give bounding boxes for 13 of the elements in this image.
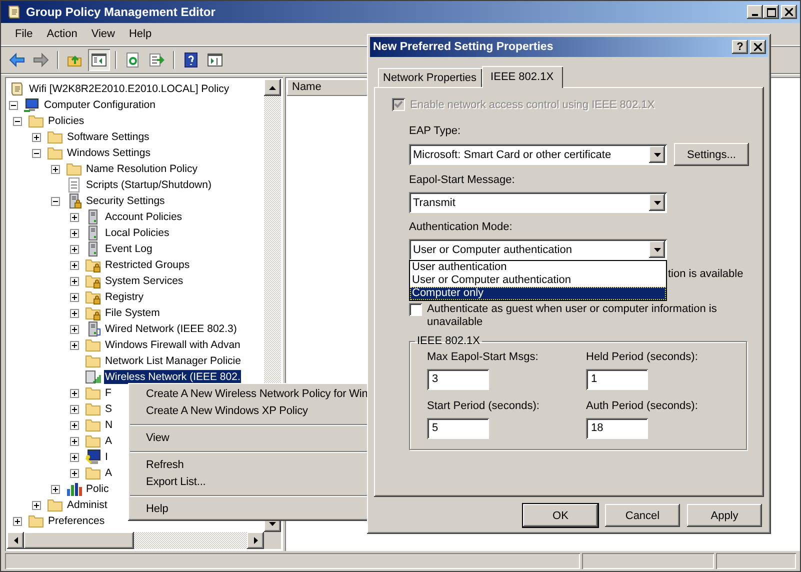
field-label: Held Period (seconds): [586, 351, 699, 363]
field-label: Eapol-Start Message: [409, 174, 516, 186]
field-label: Authentication Mode: [409, 221, 514, 233]
checkbox-label: Authenticate as guest when user or computer information is unavailable [427, 303, 718, 329]
checkbox-label: Enable network access control using IEEE 802.1X [410, 98, 655, 110]
checkbox-label: tion is available [668, 268, 744, 280]
field-label: Auth Period (seconds): [586, 400, 699, 412]
field-label: EAP Type: [409, 125, 462, 137]
group-title: IEEE 802.1X [416, 335, 481, 347]
field-label: Max Eapol-Start Msgs: [427, 351, 540, 363]
window-title: Group Policy Management Editor [26, 5, 216, 19]
dialog-title: New Preferred Setting Properties [373, 41, 554, 53]
field-label: Start Period (seconds): [427, 400, 540, 412]
